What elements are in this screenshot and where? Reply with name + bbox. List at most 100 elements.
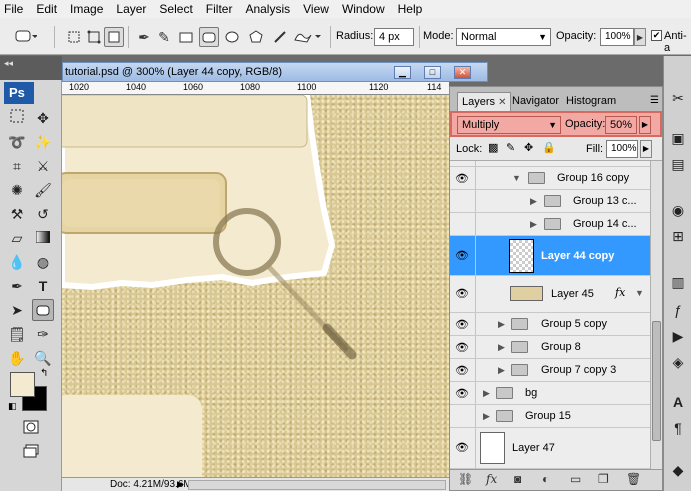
magic-wand-tool[interactable]: ✨ — [32, 131, 54, 153]
layer-row-layer-44-copy[interactable]: 👁 Layer 44 copy — [450, 236, 650, 276]
radius-input[interactable]: 4 px — [374, 28, 414, 46]
link-layers-icon[interactable]: ⛓ — [458, 472, 473, 486]
notes-tool[interactable]: 🗒 — [6, 323, 28, 345]
foreground-color-swatch-front[interactable] — [10, 372, 35, 397]
paths-dock-icon[interactable]: ◈ — [668, 352, 688, 372]
fill-input[interactable]: 100% — [606, 140, 638, 158]
tools-dock-icon[interactable]: ✂ — [668, 88, 688, 108]
rectangle-shape-button[interactable] — [176, 27, 196, 47]
menu-help[interactable]: Help — [398, 2, 423, 16]
screen-mode-button[interactable] — [20, 442, 42, 464]
layer-effects-badge[interactable]: fx — [615, 286, 625, 299]
layer-row-group-8[interactable]: 👁 ▶ Group 8 — [450, 336, 650, 359]
layer-opacity-input[interactable]: 50% — [605, 116, 637, 134]
eye-icon[interactable]: 👁 — [455, 287, 469, 300]
lock-transparency-icon[interactable]: ▩ — [488, 141, 498, 154]
expand-right-icon[interactable]: ▶ — [498, 342, 505, 353]
opacity-input[interactable]: 100% — [600, 28, 634, 46]
expand-right-icon[interactable]: ▶ — [483, 411, 490, 422]
new-group-icon[interactable]: ▭ — [570, 472, 581, 486]
brush-tool[interactable]: 🖌 — [32, 179, 54, 201]
rounded-rectangle-shape-button[interactable] — [199, 27, 219, 47]
menu-file[interactable]: File — [4, 2, 23, 16]
expand-right-icon[interactable]: ▶ — [530, 196, 537, 207]
layer-row-layer-47[interactable]: 👁 Layer 47 — [450, 428, 650, 469]
paragraph-dock-icon[interactable]: ¶ — [668, 418, 688, 438]
layer-row-group-15[interactable]: ▶ Group 15 — [450, 405, 650, 428]
layer-row-layer-45[interactable]: 👁 Layer 45 fx ▼ — [450, 276, 650, 313]
add-style-icon[interactable]: fx — [486, 472, 497, 486]
tab-histogram[interactable]: Histogram — [562, 92, 620, 111]
layers-scrollbar[interactable] — [650, 161, 662, 469]
collapse-arrows-icon[interactable]: ◂◂ — [4, 58, 13, 69]
expand-right-icon[interactable]: ▶ — [483, 388, 490, 399]
scrollbar-thumb[interactable] — [652, 321, 661, 441]
character-dock-icon[interactable]: A — [668, 392, 688, 412]
eye-icon[interactable]: 👁 — [455, 441, 469, 454]
menu-analysis[interactable]: Analysis — [245, 2, 290, 16]
menu-view[interactable]: View — [303, 2, 329, 16]
styles-dock-icon[interactable]: ⊞ — [668, 226, 688, 246]
shape-layers-button[interactable] — [64, 27, 84, 47]
rectangular-marquee-tool[interactable] — [6, 107, 28, 129]
expand-right-icon[interactable]: ▶ — [498, 319, 505, 330]
actions-dock-icon[interactable]: ▶ — [668, 326, 688, 346]
lock-all-icon[interactable]: 🔒 — [542, 141, 556, 154]
tab-navigator[interactable]: Navigator — [508, 92, 563, 111]
dodge-tool[interactable]: ◍ — [32, 251, 54, 273]
custom-shape-button[interactable] — [292, 27, 324, 47]
antialias-checkbox[interactable]: ✔ — [651, 30, 662, 41]
gradient-tool[interactable] — [32, 227, 54, 249]
effects-dock-icon[interactable]: ƒ — [668, 300, 688, 320]
pen-tool-button[interactable]: ✒ — [134, 27, 154, 47]
eye-icon[interactable]: 👁 — [455, 387, 469, 400]
document-canvas[interactable] — [62, 95, 449, 477]
layer-row-bg[interactable]: 👁 ▶ bg — [450, 382, 650, 405]
eye-icon[interactable]: 👁 — [455, 341, 469, 354]
type-tool[interactable]: T — [32, 275, 54, 297]
minimize-button[interactable]: ▁ — [394, 66, 411, 79]
chevron-down-icon[interactable]: ▼ — [635, 288, 644, 298]
color-dock-icon[interactable]: ◉ — [668, 200, 688, 220]
new-layer-icon[interactable]: ❐ — [598, 472, 609, 486]
pen-tool[interactable]: ✒ — [6, 275, 28, 297]
menu-window[interactable]: Window — [342, 2, 385, 16]
close-button[interactable]: ✕ — [454, 66, 471, 79]
opacity-slider-button[interactable]: ▶ — [634, 28, 646, 46]
slice-tool[interactable]: ⚔ — [32, 155, 54, 177]
panel-menu-icon[interactable]: ☰ — [650, 95, 659, 106]
eye-icon[interactable]: 👁 — [455, 364, 469, 377]
expand-right-icon[interactable]: ▶ — [530, 219, 537, 230]
lock-position-icon[interactable]: ✥ — [524, 141, 533, 154]
lock-image-icon[interactable]: ✎ — [506, 141, 515, 154]
line-shape-button[interactable] — [270, 27, 290, 47]
layer-row-group-5-copy[interactable]: 👁 ▶ Group 5 copy — [450, 313, 650, 336]
clone-stamp-tool[interactable]: ⚒ — [6, 203, 28, 225]
layer-row-group-14-copy[interactable]: ▶ Group 14 c... — [450, 213, 650, 236]
default-colors-icon[interactable]: ◧ — [8, 401, 17, 412]
history-brush-tool[interactable]: ↺ — [32, 203, 54, 225]
blur-tool[interactable]: 💧 — [6, 251, 28, 273]
layer-row-group-16-copy[interactable]: 👁 ▼ Group 16 copy — [450, 167, 650, 190]
eraser-tool[interactable]: ▱ — [6, 227, 28, 249]
maximize-button[interactable]: □ — [424, 66, 441, 79]
menu-edit[interactable]: Edit — [36, 2, 57, 16]
crop-tool[interactable]: ⌗ — [6, 155, 28, 177]
brushes-dock-icon[interactable]: ▣ — [668, 128, 688, 148]
eyedropper-tool[interactable]: ✑ — [32, 323, 54, 345]
trash-icon[interactable]: 🗑 — [626, 472, 641, 486]
menu-filter[interactable]: Filter — [206, 2, 233, 16]
paths-button[interactable] — [84, 27, 104, 47]
menu-select[interactable]: Select — [159, 2, 192, 16]
expand-right-icon[interactable]: ▶ — [498, 365, 505, 376]
freeform-pen-button[interactable]: ✎ — [154, 27, 174, 47]
path-selection-tool[interactable]: ➤ — [6, 299, 28, 321]
rounded-rectangle-tool[interactable] — [32, 299, 54, 321]
layer-row-group-7-copy-3[interactable]: 👁 ▶ Group 7 copy 3 — [450, 359, 650, 382]
tool-preset-picker[interactable] — [12, 26, 40, 46]
eye-icon[interactable]: 👁 — [455, 318, 469, 331]
mode-select[interactable]: Normal ▼ — [456, 28, 551, 46]
fill-pixels-button[interactable] — [104, 27, 124, 47]
adjustment-layer-icon[interactable]: ◐ — [542, 472, 549, 486]
eye-icon[interactable]: 👁 — [455, 249, 469, 262]
